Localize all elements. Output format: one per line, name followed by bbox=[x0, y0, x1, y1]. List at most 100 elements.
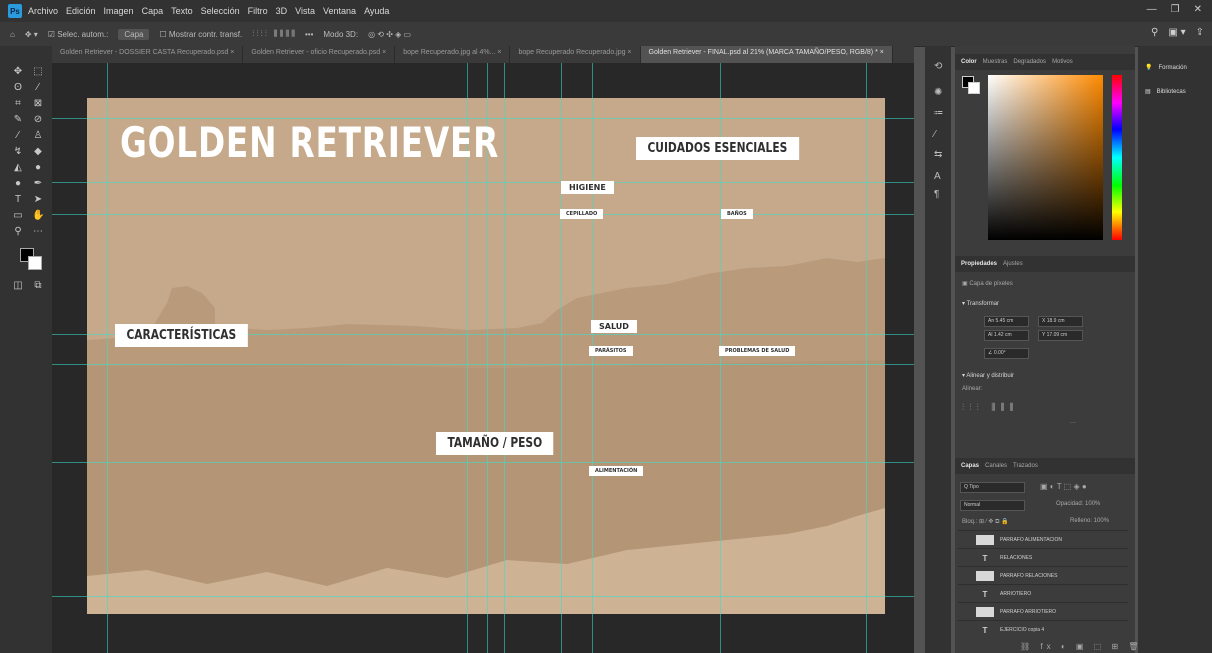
tag-salud[interactable]: SALUD bbox=[591, 320, 637, 333]
tag-alimentacion[interactable]: ALIMENTACIÓN bbox=[589, 466, 644, 476]
screen-mode-icon[interactable]: ⧉ bbox=[32, 280, 44, 292]
artboard[interactable] bbox=[87, 98, 885, 614]
home-icon[interactable]: ⌂ bbox=[10, 30, 15, 39]
color-picker-field[interactable] bbox=[988, 75, 1103, 240]
tab-ajustes[interactable]: Ajustes bbox=[1003, 261, 1023, 267]
tag-banos[interactable]: BAÑOS bbox=[721, 209, 753, 219]
layer-row[interactable]: PARRAFO ALIMENTACION bbox=[958, 530, 1128, 549]
opacity-field[interactable]: Opacidad: 100% bbox=[1056, 501, 1100, 507]
magic-wand-icon[interactable]: ⁄ bbox=[32, 82, 44, 94]
quick-mask-icon[interactable]: ◫ bbox=[12, 280, 24, 292]
gradient-tool-icon[interactable]: ◭ bbox=[12, 162, 24, 174]
lasso-tool-icon[interactable]: ʘ bbox=[12, 82, 24, 94]
menu-3d[interactable]: 3D bbox=[276, 6, 288, 16]
tab-motivos[interactable]: Motivos bbox=[1052, 59, 1073, 65]
blur-tool-icon[interactable]: ● bbox=[32, 162, 44, 174]
tab-dossier[interactable]: Golden Retriever - DOSSIER CASTA Recuper… bbox=[52, 46, 244, 63]
character-icon[interactable]: ⇆ bbox=[934, 150, 944, 160]
type-tool-icon[interactable]: T bbox=[12, 194, 24, 206]
menu-texto[interactable]: Texto bbox=[171, 6, 193, 16]
menu-edicion[interactable]: Edición bbox=[66, 6, 96, 16]
poster-title[interactable]: GOLDEN RETRIEVER bbox=[120, 118, 499, 167]
layer-kind-filter[interactable]: Q Tipo bbox=[960, 482, 1025, 493]
layer-row[interactable]: T EJERCICIO copia 4 bbox=[958, 620, 1128, 639]
tag-problemas-de-salud[interactable]: PROBLEMAS DE SALUD bbox=[719, 346, 796, 356]
tag-cepillado[interactable]: CEPILLADO bbox=[560, 209, 604, 219]
menu-vista[interactable]: Vista bbox=[295, 6, 315, 16]
brush-tool-icon[interactable]: ⁄ bbox=[12, 130, 24, 142]
marquee-tool-icon[interactable]: ⬚ bbox=[32, 66, 44, 78]
y-field[interactable]: Y 17.09 cm bbox=[1038, 330, 1083, 341]
hue-slider[interactable] bbox=[1112, 75, 1122, 240]
tag-cuidados-esenciales[interactable]: CUIDADOS ESENCIALES bbox=[636, 137, 799, 160]
tab-color[interactable]: Color bbox=[961, 59, 977, 65]
3d-mode-icons[interactable]: ◎ ⟲ ✣ ◈ ▭ bbox=[368, 30, 411, 39]
path-select-icon[interactable]: ➤ bbox=[32, 194, 44, 206]
learn-button[interactable]: 💡 Formación bbox=[1145, 64, 1187, 72]
more-options-icon[interactable]: ··· bbox=[1070, 420, 1076, 426]
menu-ayuda[interactable]: Ayuda bbox=[364, 6, 389, 16]
tab-trazados[interactable]: Trazados bbox=[1013, 463, 1038, 469]
background-color-swatch[interactable] bbox=[28, 256, 42, 270]
fill-field[interactable]: Relleno: 100% bbox=[1070, 518, 1109, 524]
rectangle-tool-icon[interactable]: ▭ bbox=[12, 210, 24, 222]
menu-ventana[interactable]: Ventana bbox=[323, 6, 356, 16]
auto-select-checkbox[interactable]: ☑ Selec. autom.: bbox=[48, 30, 109, 39]
zoom-tool-icon[interactable]: ⚲ bbox=[12, 226, 24, 238]
tab-oficio[interactable]: Golden Retriever - oficio Recuperado.psd… bbox=[243, 46, 396, 63]
frame-tool-icon[interactable]: ⊠ bbox=[32, 98, 44, 110]
workspace-icon[interactable]: ▣ ▾ bbox=[1168, 27, 1185, 38]
layer-row[interactable]: PARRAFO RELACIONES bbox=[958, 566, 1128, 585]
tab-propiedades[interactable]: Propiedades bbox=[961, 261, 997, 267]
eraser-tool-icon[interactable]: ◆ bbox=[32, 146, 44, 158]
angle-field[interactable]: ∠ 0.00° bbox=[984, 348, 1029, 359]
history-brush-icon[interactable]: ↯ bbox=[12, 146, 24, 158]
layer-row[interactable]: PARRAFO ARRIOTIERO bbox=[958, 602, 1128, 621]
align-buttons-icons[interactable]: ⫶⫶⫶ ⫼⫼⫼ bbox=[962, 402, 1019, 413]
more-options-button[interactable]: ••• bbox=[305, 30, 313, 39]
tab-canales[interactable]: Canales bbox=[985, 463, 1007, 469]
libraries-button[interactable]: ▤ Bibliotecas bbox=[1145, 88, 1186, 96]
tab-muestras[interactable]: Muestras bbox=[983, 59, 1008, 65]
menu-archivo[interactable]: Archivo bbox=[28, 6, 58, 16]
history-icon[interactable]: ⟲ bbox=[934, 62, 944, 72]
heal-tool-icon[interactable]: ⊘ bbox=[32, 114, 44, 126]
glyphs-icon[interactable]: ¶ bbox=[934, 190, 944, 200]
color-bg-swatch[interactable] bbox=[968, 82, 980, 94]
height-field[interactable]: Al 1.42 cm bbox=[984, 330, 1029, 341]
hand-tool-icon[interactable]: ✋ bbox=[32, 210, 44, 222]
show-transform-checkbox[interactable]: ☐ Mostrar contr. transf. bbox=[159, 30, 242, 39]
search-icon[interactable]: ⚲ bbox=[1151, 27, 1158, 38]
styles-icon[interactable]: ⩴ bbox=[934, 108, 944, 118]
layer-action-icons[interactable]: ⛓ fx ◐ ▣ ⬚ ⊞ 🗑 bbox=[1020, 642, 1143, 651]
tab-final[interactable]: Golden Retriever - FINAL.psd al 21% (MAR… bbox=[640, 46, 893, 63]
pen-tool-icon[interactable]: ✒ bbox=[32, 178, 44, 190]
move-tool-icon[interactable]: ✥ bbox=[12, 66, 24, 78]
move-tool-icon[interactable]: ✥ ▾ bbox=[25, 30, 38, 39]
share-icon[interactable]: ⇪ bbox=[1196, 27, 1204, 38]
maximize-button[interactable]: ❐ bbox=[1171, 4, 1180, 15]
tag-caracteristicas[interactable]: CARACTERÍSTICAS bbox=[115, 324, 248, 347]
tag-higiene[interactable]: HIGIENE bbox=[561, 181, 614, 194]
more-tools-icon[interactable]: ⋯ bbox=[32, 226, 44, 238]
crop-tool-icon[interactable]: ⌗ bbox=[12, 98, 24, 110]
close-window-button[interactable]: ✕ bbox=[1194, 4, 1202, 15]
align-icons[interactable]: ⫶ ⫶ ⫶ ⫶ ⫼ ⫼ ⫼ ⫼ bbox=[252, 29, 295, 39]
tab-capas[interactable]: Capas bbox=[961, 463, 979, 469]
layer-filter-icons[interactable]: ▣ ◐ T ⬚ ◈ ● bbox=[1040, 482, 1087, 491]
stamp-tool-icon[interactable]: ♙ bbox=[32, 130, 44, 142]
dodge-tool-icon[interactable]: ● bbox=[12, 178, 24, 190]
layer-row[interactable]: T RELACIONES bbox=[958, 548, 1128, 567]
x-field[interactable]: X 18.9 cm bbox=[1038, 316, 1083, 327]
menu-seleccion[interactable]: Selección bbox=[201, 6, 240, 16]
menu-capa[interactable]: Capa bbox=[142, 6, 164, 16]
tag-tamano-peso[interactable]: TAMAÑO / PESO bbox=[436, 432, 554, 455]
tab-bope-1[interactable]: bope Recuperado.jpg al 4%... × bbox=[395, 46, 511, 63]
menu-filtro[interactable]: Filtro bbox=[248, 6, 268, 16]
eyedropper-icon[interactable]: ✎ bbox=[12, 114, 24, 126]
tab-bope-2[interactable]: bope Recuperado Recuperado.jpg × bbox=[510, 46, 641, 63]
tag-parasitos[interactable]: PARÁSITOS bbox=[589, 346, 633, 356]
layer-row[interactable]: T ARRIOTIERO bbox=[958, 584, 1128, 603]
blend-mode-select[interactable]: Normal bbox=[960, 500, 1025, 511]
paragraph-icon[interactable]: A bbox=[934, 172, 944, 182]
